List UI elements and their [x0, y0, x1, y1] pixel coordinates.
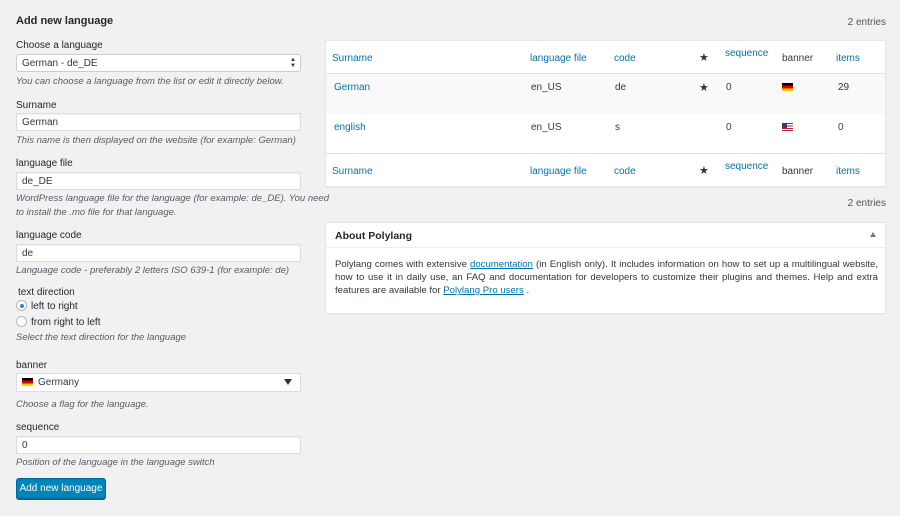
text-direction-desc: Select the text direction for the langua… [16, 332, 187, 343]
languages-table: Surname language file code ★ sequence ba… [325, 40, 886, 187]
foot-col-banner: banner [782, 166, 814, 177]
radio-rtl[interactable] [16, 316, 27, 327]
banner-desc: Choose a flag for the language. [16, 399, 149, 410]
foot-col-surname[interactable]: Surname [332, 166, 373, 177]
language-file-label: language file [16, 158, 73, 169]
row-items: 29 [838, 82, 850, 93]
radio-ltr[interactable] [16, 300, 27, 311]
select-arrows-icon: ▲ ▼ [290, 57, 296, 69]
radio-ltr-label[interactable]: left to right [31, 301, 78, 312]
row-sequence: 0 [726, 82, 732, 93]
language-file-input[interactable]: de_DE [16, 172, 301, 190]
language-code-input[interactable]: de [16, 244, 301, 262]
language-file-desc-2: to install the .mo file for that languag… [16, 207, 177, 218]
add-new-language-button[interactable]: Add new language [16, 478, 106, 499]
documentation-link[interactable]: documentation [470, 259, 533, 270]
sequence-input[interactable]: 0 [16, 436, 301, 454]
form-title: Add new language [16, 15, 114, 27]
surname-input[interactable]: German [16, 113, 301, 131]
collapse-arrow-icon[interactable] [870, 232, 876, 237]
language-code-desc: Language code - preferably 2 letters ISO… [16, 265, 290, 276]
sequence-label: sequence [16, 422, 60, 433]
foot-col-code[interactable]: code [614, 166, 636, 177]
choose-language-label: Choose a language [16, 40, 103, 51]
default-star-icon: ★ [699, 52, 709, 64]
usa-flag-icon [782, 123, 793, 131]
col-surname[interactable]: Surname [332, 53, 373, 64]
choose-language-desc: You can choose a language from the list … [16, 76, 284, 87]
row-surname[interactable]: english [334, 122, 366, 133]
germany-flag-icon [782, 83, 793, 91]
banner-select[interactable]: Germany [16, 373, 301, 392]
table-row: english en_US s 0 0 [326, 114, 885, 154]
col-sequence[interactable]: sequence [725, 48, 768, 59]
radio-rtl-label[interactable]: from right to left [31, 317, 100, 328]
polylang-pro-link[interactable]: Polylang Pro users [443, 285, 524, 296]
foot-col-sequence[interactable]: sequence [725, 161, 768, 172]
row-items: 0 [838, 122, 844, 133]
table-header: Surname language file code ★ sequence ba… [326, 41, 885, 74]
language-file-desc-1: WordPress language file for the language… [16, 193, 329, 204]
col-code[interactable]: code [614, 53, 636, 64]
col-banner: banner [782, 53, 814, 64]
about-box-title: About Polylang [335, 230, 412, 242]
text-direction-label: text direction [18, 287, 75, 298]
sequence-desc: Position of the language in the language… [16, 457, 215, 468]
col-language-file[interactable]: language file [530, 53, 587, 64]
default-language-star-icon[interactable]: ★ [699, 81, 709, 94]
surname-label: Surname [16, 100, 57, 111]
row-language-file: en_US [531, 122, 562, 133]
germany-flag-icon [22, 378, 33, 386]
row-code: s [615, 122, 620, 133]
about-polylang-box: About Polylang Polylang comes with exten… [325, 222, 886, 314]
foot-col-items[interactable]: items [836, 166, 860, 177]
col-items[interactable]: items [836, 53, 860, 64]
dropdown-arrow-icon [284, 379, 292, 385]
entries-count-top: 2 entries [847, 17, 886, 28]
row-language-file: en_US [531, 82, 562, 93]
choose-language-select[interactable]: German - de_DE ▲ ▼ [16, 54, 301, 72]
about-box-text: Polylang comes with extensive documentat… [335, 259, 878, 296]
foot-star-icon: ★ [699, 165, 709, 177]
banner-value: Germany [38, 377, 80, 388]
row-code: de [615, 82, 627, 93]
table-footer: Surname language file code ★ sequence ba… [326, 153, 885, 186]
language-code-label: language code [16, 230, 82, 241]
banner-label: banner [16, 360, 48, 371]
table-row: German en_US de ★ 0 29 [326, 74, 885, 114]
choose-language-value: German - de_DE [22, 58, 98, 69]
about-box-header[interactable]: About Polylang [326, 223, 885, 248]
row-surname[interactable]: German [334, 82, 370, 93]
row-sequence: 0 [726, 122, 732, 133]
surname-desc: This name is then displayed on the websi… [16, 135, 296, 146]
entries-count-bottom: 2 entries [847, 198, 886, 209]
foot-col-language-file[interactable]: language file [530, 166, 587, 177]
